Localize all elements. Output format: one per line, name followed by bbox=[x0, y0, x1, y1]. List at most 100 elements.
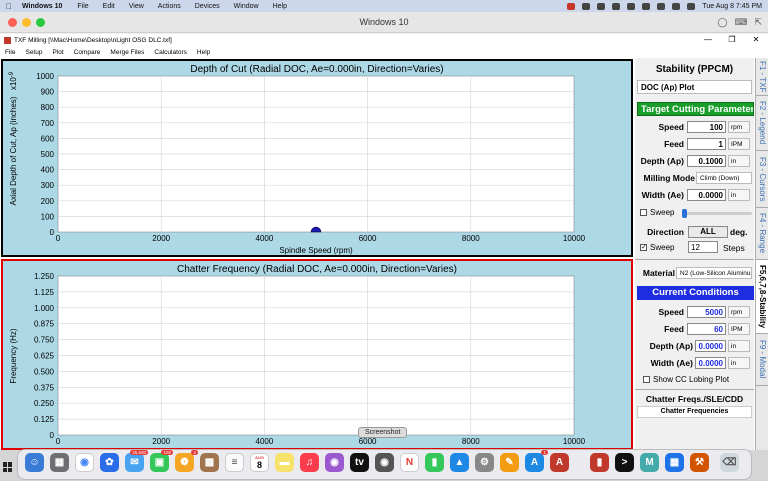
bluetooth-icon[interactable] bbox=[642, 2, 651, 10]
photos-icon[interactable]: ❁ 2 bbox=[175, 450, 198, 472]
doc-plot-panel[interactable]: Depth of Cut (Radial DOC, Ae=0.000in, Di… bbox=[1, 59, 633, 257]
trash-icon[interactable]: ⌫ bbox=[720, 453, 739, 472]
speed-unit[interactable]: rpm bbox=[728, 121, 750, 133]
menu-plot[interactable]: Plot bbox=[47, 49, 68, 56]
menubar-clock[interactable]: Tue Aug 8 7:45 PM bbox=[702, 3, 762, 10]
lock-icon[interactable]: ◯ bbox=[717, 17, 727, 28]
depth-input[interactable]: 0.1000 bbox=[687, 155, 726, 167]
battery-icon[interactable] bbox=[657, 2, 666, 10]
speed-input[interactable]: 100 bbox=[687, 121, 726, 133]
close-button[interactable]: ✕ bbox=[744, 34, 768, 46]
notes-icon[interactable]: ▬ bbox=[275, 453, 294, 472]
safari-icon[interactable]: ✿ bbox=[100, 453, 119, 472]
tab-cursors[interactable]: F3 - Cursors bbox=[756, 151, 768, 208]
dropbox-icon[interactable] bbox=[582, 2, 591, 10]
chatter-plot[interactable]: Chatter Frequency (Radial DOC, Ae=0.000i… bbox=[3, 261, 631, 448]
mac-menu-view[interactable]: View bbox=[122, 3, 151, 10]
launchpad-icon[interactable]: ▦ bbox=[50, 453, 69, 472]
mac-app-name[interactable]: Windows 10 bbox=[18, 3, 70, 10]
tab-range[interactable]: F4 - Range bbox=[756, 208, 768, 260]
numbers-icon[interactable]: ▮ bbox=[425, 453, 444, 472]
chatter-plot-panel[interactable]: Chatter Frequency (Radial DOC, Ae=0.000i… bbox=[1, 259, 633, 450]
menu-compare[interactable]: Compare bbox=[69, 49, 106, 56]
fullscreen-icon[interactable]: ⇱ bbox=[754, 17, 762, 28]
direction-sweep-checkbox[interactable]: ✓ Sweep bbox=[640, 243, 674, 252]
restore-button[interactable]: ❐ bbox=[720, 34, 744, 46]
tab-txf[interactable]: F1 - TXF bbox=[756, 58, 768, 96]
menu-merge-files[interactable]: Merge Files bbox=[105, 49, 149, 56]
chrome-icon[interactable]: ◉ bbox=[75, 453, 94, 472]
mac-menu-edit[interactable]: Edit bbox=[96, 3, 122, 10]
lobing-plot-checkbox-box[interactable] bbox=[643, 376, 650, 383]
lobing-plot-checkbox[interactable]: Show CC Lobing Plot bbox=[643, 375, 729, 384]
menu-setup[interactable]: Setup bbox=[20, 49, 47, 56]
messages-icon[interactable]: ▣ 102 bbox=[150, 450, 173, 472]
apple-icon[interactable]:  bbox=[0, 2, 18, 11]
slider-thumb[interactable] bbox=[682, 209, 687, 218]
plot-type-field[interactable]: DOC (Ap) Plot bbox=[637, 80, 752, 94]
mac-menu-file[interactable]: File bbox=[70, 3, 95, 10]
sweep-checkbox[interactable]: Sweep bbox=[640, 208, 674, 217]
windows-start-icon[interactable] bbox=[3, 462, 13, 472]
windows-app-icon[interactable]: ▦ bbox=[665, 453, 684, 472]
reminders-icon[interactable]: ≡ bbox=[225, 453, 244, 472]
width-unit[interactable]: in bbox=[728, 189, 750, 201]
app-icon[interactable]: M bbox=[640, 453, 659, 472]
divider bbox=[635, 259, 754, 260]
status-icon[interactable] bbox=[627, 2, 636, 10]
x-tick-label: 0 bbox=[56, 234, 61, 243]
menu-file[interactable]: File bbox=[0, 49, 20, 56]
screenshot-icon[interactable]: ◉ bbox=[375, 453, 394, 472]
keynote-icon[interactable]: ▲ bbox=[450, 453, 469, 472]
tab-modal[interactable]: F9 - Modal bbox=[756, 334, 768, 386]
app-store-icon[interactable]: A1 bbox=[525, 450, 548, 472]
material-select[interactable]: N2 (Low-Silicon Aluminum) bbox=[676, 267, 752, 279]
mac-menu-devices[interactable]: Devices bbox=[188, 3, 227, 10]
status-icon[interactable] bbox=[612, 2, 621, 10]
mac-menu-window[interactable]: Window bbox=[227, 3, 266, 10]
app-titlebar: TXF Milling [\\Mac\Home\Desktop\nLight O… bbox=[0, 34, 768, 46]
direction-sweep-checkbox-box[interactable]: ✓ bbox=[640, 244, 647, 251]
width-input[interactable]: 0.0000 bbox=[687, 189, 726, 201]
tab-stability[interactable]: F5,6,7,8-Stability bbox=[756, 260, 768, 334]
calendar-icon[interactable]: AUG 8 bbox=[250, 453, 269, 472]
mac-menu-help[interactable]: Help bbox=[266, 3, 294, 10]
milling-mode-select[interactable]: Climb (Down) bbox=[696, 172, 752, 184]
status-icon[interactable] bbox=[597, 2, 606, 10]
feed-input[interactable]: 1 bbox=[687, 138, 726, 150]
direction-all-button[interactable]: ALL bbox=[688, 226, 728, 238]
sweep-checkbox-box[interactable] bbox=[640, 209, 647, 216]
news-icon[interactable]: N bbox=[400, 453, 419, 472]
minimize-button[interactable]: — bbox=[696, 34, 720, 46]
cur-feed-unit: IPM bbox=[728, 323, 750, 335]
parallels-icon[interactable]: ▮ bbox=[590, 453, 609, 472]
mail-icon[interactable]: ✉ 25,630 bbox=[125, 450, 148, 472]
menu-help[interactable]: Help bbox=[192, 49, 215, 56]
tab-legend[interactable]: F2 - Legend bbox=[756, 96, 768, 151]
tools-icon[interactable]: ⚒ bbox=[690, 453, 709, 472]
wifi-icon[interactable] bbox=[672, 2, 681, 10]
mac-menu-actions[interactable]: Actions bbox=[151, 3, 188, 10]
keyboard-icon[interactable]: ⌨ bbox=[734, 17, 747, 28]
status-icon[interactable] bbox=[567, 2, 576, 10]
system-settings-icon[interactable]: ⚙ bbox=[475, 453, 494, 472]
terminal-icon[interactable]: > bbox=[615, 453, 634, 472]
doc-plot[interactable]: Depth of Cut (Radial DOC, Ae=0.000in, Di… bbox=[3, 61, 631, 255]
podcasts-icon[interactable]: ◉ bbox=[325, 453, 344, 472]
feed-unit[interactable]: IPM bbox=[728, 138, 750, 150]
acrobat-icon[interactable]: A bbox=[550, 453, 569, 472]
app-content: Depth of Cut (Radial DOC, Ae=0.000in, Di… bbox=[0, 58, 768, 450]
depth-unit[interactable]: in bbox=[728, 155, 750, 167]
sweep-slider[interactable] bbox=[682, 209, 752, 218]
chatter-frequencies-list[interactable]: Chatter Frequencies bbox=[637, 406, 752, 418]
steps-input[interactable]: 12 bbox=[688, 241, 718, 253]
finder-icon[interactable]: ☺ bbox=[25, 453, 44, 472]
y-tick-label: 400 bbox=[41, 166, 55, 175]
tv-icon[interactable]: tv bbox=[350, 453, 369, 472]
y-tick-label: 0 bbox=[50, 431, 55, 440]
pages-icon[interactable]: ✎ bbox=[500, 453, 519, 472]
contacts-icon[interactable]: ▩ bbox=[200, 453, 219, 472]
search-icon[interactable] bbox=[687, 2, 696, 10]
menu-calculators[interactable]: Calculators bbox=[149, 49, 192, 56]
music-icon[interactable]: ♫ bbox=[300, 453, 319, 472]
